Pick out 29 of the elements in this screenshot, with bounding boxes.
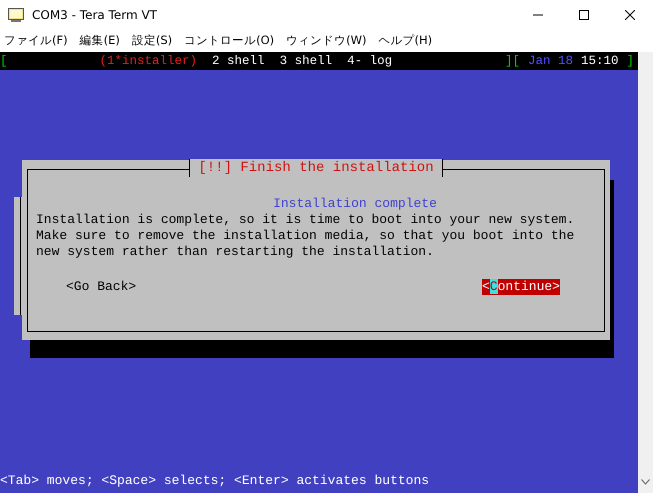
dialog-heading: Installation complete	[273, 196, 437, 212]
bracket: ]	[626, 53, 634, 69]
window-tab[interactable]: 4- log	[347, 53, 392, 69]
message-line: Installation is complete, so it is time to boot into your new system.	[36, 212, 576, 228]
window-tab[interactable]: (1*installer)	[100, 53, 198, 69]
menu-item[interactable]: ファイル(F)	[0, 32, 72, 50]
dialog-button[interactable]: <Continue>	[482, 279, 560, 295]
menu-item[interactable]: 設定(S)	[128, 32, 176, 50]
help-line: <Tab> moves; <Space> selects; <Enter> activates buttons	[0, 473, 430, 489]
window-tab[interactable]: 2 shell	[212, 53, 265, 69]
dialog-button[interactable]: <Go Back>	[66, 279, 136, 295]
menu-item[interactable]: ウィンドウ(W)	[282, 32, 371, 50]
window-title: COM3 - Tera Term VT	[32, 7, 157, 24]
maximize-icon	[579, 10, 589, 20]
menu-item[interactable]: ヘルプ(H)	[374, 32, 436, 50]
message-line: Make sure to remove the installation media, so that you boot into the	[36, 228, 576, 244]
window-tab[interactable]: 3 shell	[280, 53, 332, 69]
terminal-app-icon	[8, 8, 24, 22]
menu-item[interactable]: コントロール(O)	[180, 32, 278, 50]
bracket: ][	[504, 53, 520, 69]
scrollbar[interactable]	[638, 52, 653, 493]
menu-item[interactable]: 編集(E)	[76, 32, 124, 50]
status-date: Jan 18	[528, 53, 573, 69]
scroll-down-icon[interactable]	[641, 479, 650, 485]
bracket: [	[0, 53, 8, 69]
message-line: new system rather than restarting the installation.	[36, 244, 435, 260]
status-time: 15:10	[580, 53, 618, 69]
close-icon	[625, 10, 635, 20]
dialog-title: [!!] Finish the installation	[189, 159, 443, 177]
